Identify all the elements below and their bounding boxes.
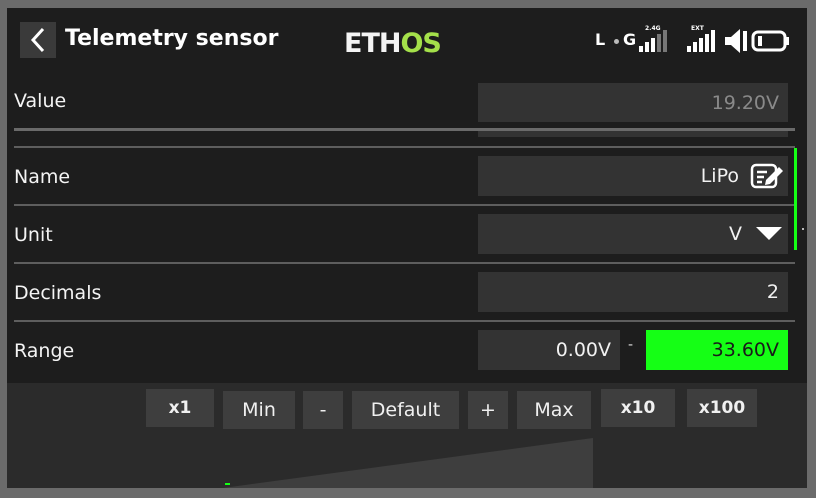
decimals-field[interactable]: 2	[478, 272, 788, 312]
value-slider-ramp[interactable]	[223, 438, 593, 488]
value-label: Value	[14, 90, 67, 112]
logo-text-eth: ETH	[344, 28, 401, 59]
decimals-label: Decimals	[14, 282, 102, 304]
battery-icon	[751, 30, 789, 52]
x100-button[interactable]: x100	[687, 389, 757, 427]
value-field: 19.20V	[478, 83, 788, 122]
unit-dropdown[interactable]: V	[478, 214, 788, 254]
edit-icon	[750, 163, 783, 189]
default-button[interactable]: Default	[352, 391, 459, 429]
unit-label: Unit	[14, 224, 53, 246]
range-min-field[interactable]: 0.00V	[478, 330, 620, 370]
increment-button[interactable]: +	[468, 391, 508, 429]
divider	[14, 204, 795, 206]
header-bar: Telemetry sensor ETHOS L G 2.4G EXT	[7, 8, 807, 66]
gps-indicator: G	[623, 30, 637, 49]
unit-value: V	[729, 223, 742, 245]
logging-indicator: L	[595, 30, 606, 49]
logo-text-os: OS	[400, 28, 441, 59]
max-button[interactable]: Max	[517, 391, 591, 429]
speaker-icon	[725, 29, 747, 53]
range-max-field[interactable]: 33.60V	[646, 330, 788, 370]
page-title: Telemetry sensor	[65, 26, 279, 51]
signal-bars-icon	[639, 30, 667, 52]
back-button[interactable]	[20, 22, 56, 58]
ext-signal-bars-icon	[687, 30, 715, 52]
decrement-button[interactable]: -	[303, 391, 343, 429]
range-label: Range	[14, 340, 75, 362]
divider	[14, 146, 795, 148]
name-value: LiPo	[700, 165, 739, 187]
divider	[14, 262, 795, 264]
radio-screen: Telemetry sensor ETHOS L G 2.4G EXT Valu…	[7, 8, 807, 488]
x10-button[interactable]: x10	[601, 389, 675, 427]
status-icons: L G 2.4G EXT	[595, 25, 795, 56]
scroll-marker	[802, 228, 804, 230]
name-label: Name	[14, 166, 71, 188]
range-separator: -	[628, 337, 634, 353]
ethos-logo: ETHOS	[344, 28, 442, 59]
x1-button[interactable]: x1	[146, 389, 214, 427]
name-field[interactable]: LiPo	[478, 156, 788, 196]
value-edit-toolbar: x1 Min - Default + Max x10 x100	[7, 383, 807, 488]
scrollbar-thumb[interactable]	[794, 148, 797, 250]
divider	[14, 320, 795, 322]
field-shadow	[478, 131, 788, 137]
back-arrow-icon	[30, 27, 45, 53]
min-button[interactable]: Min	[223, 391, 295, 429]
status-dot	[614, 39, 619, 44]
dropdown-arrow-icon	[756, 227, 782, 240]
